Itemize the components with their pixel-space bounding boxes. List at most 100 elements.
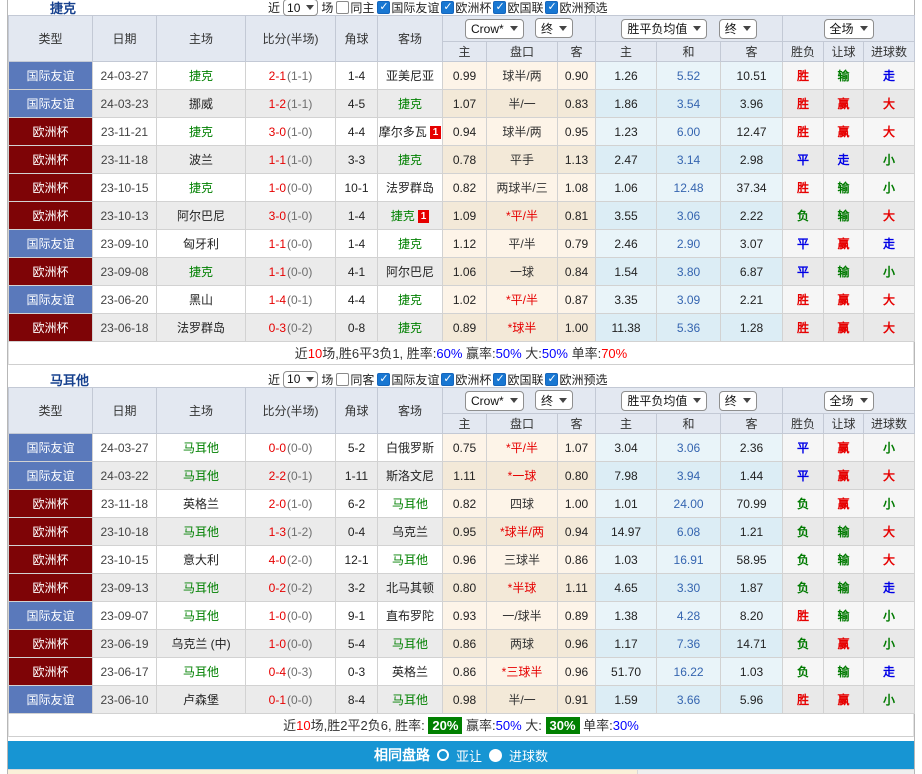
corner-cell: 0-4 (336, 518, 378, 546)
col-mean-draw: 和 (657, 414, 721, 434)
odds-away-cell: 0.79 (558, 230, 596, 258)
away-team-cell: 摩尔多瓦1 (378, 118, 443, 146)
chevron-down-icon (510, 26, 518, 35)
col-goals: 进球数 (864, 42, 915, 62)
league-filter[interactable]: 国际友谊 (377, 0, 439, 16)
same-venue-filter[interactable]: 同主 (336, 0, 374, 16)
mean-away-cell: 1.21 (721, 518, 783, 546)
odds-away-cell: 0.96 (558, 658, 596, 686)
col-handicap-result: 让球 (824, 414, 864, 434)
goals-cell: 小 (864, 602, 915, 630)
red-card-badge: 1 (430, 126, 442, 139)
score-cell: 0-2(0-2) (246, 574, 336, 602)
final-mean-select[interactable]: 终 (719, 19, 757, 39)
handicap-cell: *平/半 (487, 434, 558, 462)
filter-checkbox[interactable] (493, 1, 506, 14)
odds-home-cell: 1.09 (443, 202, 487, 230)
score-cell: 3-0(1-0) (246, 202, 336, 230)
mean-draw-cell: 7.36 (657, 630, 721, 658)
mean-away-cell: 12.47 (721, 118, 783, 146)
scope-select[interactable]: 全场 (824, 391, 874, 411)
mean-draw-cell: 12.48 (657, 174, 721, 202)
final-mean-select[interactable]: 终 (719, 391, 757, 411)
mean-away-cell: 2.36 (721, 434, 783, 462)
match-row: 欧洲杯23-11-18波兰1-1(1-0)3-3捷克0.78平手1.132.47… (9, 146, 915, 174)
mean-away-cell: 70.99 (721, 490, 783, 518)
away-team-cell: 英格兰 (378, 658, 443, 686)
odds-away-cell: 0.95 (558, 118, 596, 146)
corner-cell: 1-4 (336, 62, 378, 90)
scope-select-value: 全场 (830, 20, 854, 37)
mean-home-cell: 2.46 (596, 230, 657, 258)
col-mean-home: 主 (596, 414, 657, 434)
summary-segment: 大: (522, 346, 542, 361)
page-container: 捷克 近 10 场 同主 国际友谊欧洲杯欧国联欧洲预选 (7, 0, 915, 774)
col-home: 主场 (157, 16, 246, 62)
match-row: 欧洲杯23-10-15捷克1-0(0-0)10-1法罗群岛0.82两球半/三1.… (9, 174, 915, 202)
mean-select[interactable]: 胜平负均值 (621, 391, 707, 411)
odds-away-cell: 0.90 (558, 62, 596, 90)
handicap-result-cell: 输 (824, 62, 864, 90)
goals-cell: 大 (864, 518, 915, 546)
goals-cell: 小 (864, 146, 915, 174)
mean-home-cell: 1.03 (596, 546, 657, 574)
same-venue-checkbox[interactable] (336, 373, 349, 386)
league-badge-cell: 欧洲杯 (9, 146, 93, 174)
league-badge-cell: 国际友谊 (9, 686, 93, 714)
filter-checkbox[interactable] (545, 373, 558, 386)
mean-home-cell: 1.59 (596, 686, 657, 714)
filter-checkbox[interactable] (377, 373, 390, 386)
goals-radio[interactable] (489, 749, 502, 762)
summary-segment: 近 (283, 718, 296, 733)
mean-select[interactable]: 胜平负均值 (621, 19, 707, 39)
handicap-cell: 球半/两 (487, 62, 558, 90)
col-odds-away: 客 (558, 42, 596, 62)
col-handicap-result: 让球 (824, 42, 864, 62)
filter-checkbox[interactable] (493, 373, 506, 386)
col-odds-home: 主 (443, 414, 487, 434)
league-filter[interactable]: 欧洲杯 (441, 371, 491, 388)
mean-draw-cell: 16.91 (657, 546, 721, 574)
league-badge-cell: 国际友谊 (9, 230, 93, 258)
filter-checkbox[interactable] (545, 1, 558, 14)
league-filter[interactable]: 欧洲预选 (545, 371, 607, 388)
filter-checkbox[interactable] (377, 1, 390, 14)
corner-cell: 4-5 (336, 90, 378, 118)
league-filter[interactable]: 欧洲预选 (545, 0, 607, 16)
match-count-select[interactable]: 10 (283, 371, 318, 388)
handicap-cell: *平/半 (487, 202, 558, 230)
col-handicap: 盘口 (487, 414, 558, 434)
filter-checkbox[interactable] (441, 1, 454, 14)
corner-cell: 4-4 (336, 118, 378, 146)
home-team-cell: 阿尔巴尼 (157, 202, 246, 230)
mean-away-cell: 5.96 (721, 686, 783, 714)
filter-checkbox[interactable] (441, 373, 454, 386)
mean-draw-cell: 5.36 (657, 314, 721, 342)
goals-cell: 大 (864, 118, 915, 146)
league-filter[interactable]: 欧国联 (493, 371, 543, 388)
company-select[interactable]: Crow* (465, 391, 524, 411)
odds-away-cell: 1.00 (558, 490, 596, 518)
match-row: 国际友谊23-06-10卢森堡0-1(0-0)8-4马耳他0.98半/一0.91… (9, 686, 915, 714)
same-venue-checkbox[interactable] (336, 1, 349, 14)
home-team-cell: 意大利 (157, 546, 246, 574)
asian-handicap-radio[interactable] (437, 749, 449, 761)
handicap-cell: 半/一 (487, 686, 558, 714)
handicap-result-cell: 赢 (824, 90, 864, 118)
match-count-select[interactable]: 10 (283, 0, 318, 16)
league-filter[interactable]: 欧洲杯 (441, 0, 491, 16)
goals-cell: 小 (864, 258, 915, 286)
league-filter[interactable]: 国际友谊 (377, 371, 439, 388)
mean-home-cell: 11.38 (596, 314, 657, 342)
league-filter[interactable]: 欧国联 (493, 0, 543, 16)
result-cell: 胜 (783, 62, 824, 90)
mean-home-cell: 1.54 (596, 258, 657, 286)
final-odds-select[interactable]: 终 (535, 18, 573, 38)
mean-draw-cell: 3.30 (657, 574, 721, 602)
league-badge-cell: 国际友谊 (9, 286, 93, 314)
company-select[interactable]: Crow* (465, 19, 524, 39)
scope-select[interactable]: 全场 (824, 19, 874, 39)
final-odds-select[interactable]: 终 (535, 390, 573, 410)
same-venue-filter[interactable]: 同客 (336, 371, 374, 388)
league-badge-cell: 国际友谊 (9, 62, 93, 90)
